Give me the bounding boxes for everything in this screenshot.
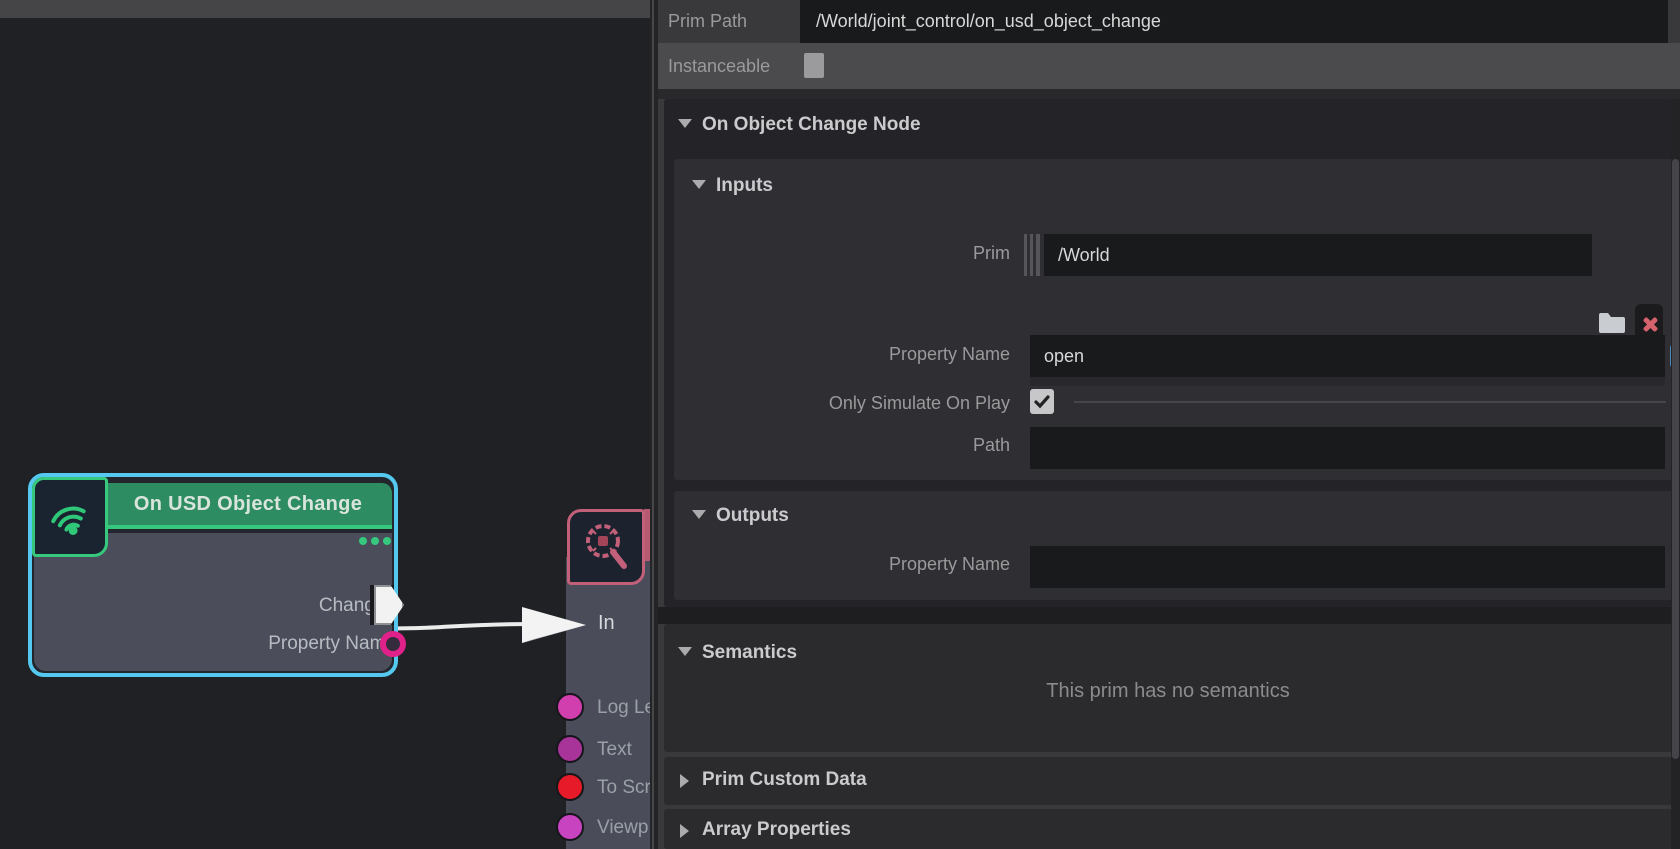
prim-custom-data-title[interactable]: Prim Custom Data (702, 769, 867, 791)
node-on-usd-object-change[interactable]: On USD Object Change Changed Property Na… (28, 473, 398, 677)
prim-label: Prim (690, 243, 1010, 264)
semantics-title[interactable]: Semantics (702, 642, 797, 664)
inputs-title[interactable]: Inputs (716, 175, 773, 197)
semantics-empty-message: This prim has no semantics (664, 680, 1672, 703)
port-label-viewport: Viewp (597, 817, 648, 839)
in-exec-port[interactable] (520, 603, 590, 647)
port-label-changed: Changed (156, 595, 396, 617)
text-port[interactable] (556, 735, 584, 763)
outputs-frame: Outputs Property Name (674, 491, 1674, 600)
changed-exec-port[interactable] (374, 585, 404, 625)
output-property-name-label: Property Name (690, 554, 1010, 575)
field-divider-line (1074, 401, 1666, 403)
debug-magnifier-icon (567, 509, 645, 585)
array-properties-title[interactable]: Array Properties (702, 819, 851, 841)
panel-gap (658, 89, 1680, 99)
semantics-section: Semantics This prim has no semantics (664, 624, 1672, 752)
section-separator (658, 607, 1680, 624)
expand-triangle-icon[interactable] (680, 774, 689, 788)
output-property-name-field[interactable] (1030, 546, 1665, 588)
viewport-port[interactable] (556, 813, 584, 841)
close-icon (1642, 317, 1656, 331)
port-label-text: Text (597, 739, 632, 761)
instanceable-label: Instanceable (668, 43, 770, 89)
prim-path-label: Prim Path (668, 0, 747, 43)
log-level-port[interactable] (556, 693, 584, 721)
node-graph-canvas[interactable]: On USD Object Change Changed Property Na… (0, 0, 650, 849)
only-simulate-checkbox[interactable] (1030, 389, 1054, 414)
port-label-property-name: Property Name (156, 633, 396, 655)
path-field[interactable] (1030, 427, 1665, 469)
node-properties-group: On Object Change Node Inputs Prim /World (664, 99, 1672, 607)
connection-wire[interactable] (0, 0, 650, 849)
property-name-label: Property Name (690, 344, 1010, 365)
prim-path-row: Prim Path /World/joint_control/on_usd_ob… (658, 0, 1680, 43)
panel-splitter[interactable] (650, 0, 658, 849)
array-properties-section: Array Properties (664, 809, 1672, 849)
property-panel: Prim Path /World/joint_control/on_usd_ob… (658, 0, 1680, 849)
prim-custom-data-section: Prim Custom Data (664, 757, 1672, 805)
collapse-triangle-icon[interactable] (692, 510, 706, 519)
property-name-port[interactable] (380, 631, 406, 657)
collapse-triangle-icon[interactable] (678, 647, 692, 656)
outputs-title[interactable]: Outputs (716, 505, 789, 527)
scrollbar-thumb[interactable] (1672, 159, 1679, 759)
collapse-triangle-icon[interactable] (692, 180, 706, 189)
node-options-icon[interactable] (359, 537, 391, 545)
check-icon (1034, 395, 1050, 409)
port-label-log-level: Log Le (597, 697, 650, 719)
expand-triangle-icon[interactable] (680, 824, 689, 838)
node-title: On USD Object Change (134, 493, 362, 516)
to-screen-port[interactable] (556, 773, 584, 801)
prim-path-field[interactable]: /World/joint_control/on_usd_object_chang… (800, 0, 1668, 43)
only-simulate-label: Only Simulate On Play (690, 393, 1010, 414)
node-title-bar[interactable]: On USD Object Change (104, 483, 392, 529)
app-window: On USD Object Change Changed Property Na… (0, 0, 1680, 849)
port-label-to-screen: To Scr (597, 777, 650, 799)
canvas-top-strip (0, 0, 650, 18)
inputs-frame: Inputs Prim /World Add Target... Pro (674, 159, 1674, 480)
instanceable-checkbox[interactable] (804, 53, 824, 78)
group-title[interactable]: On Object Change Node (702, 114, 921, 136)
port-label-in: In (598, 612, 615, 635)
instanceable-row: Instanceable (658, 43, 1680, 89)
path-label: Path (690, 435, 1010, 456)
panel-scrollbar[interactable] (1671, 99, 1680, 849)
wifi-icon (32, 477, 108, 557)
prim-drag-gripper[interactable] (1024, 234, 1040, 276)
prim-field[interactable]: /World (1044, 234, 1592, 276)
collapse-triangle-icon[interactable] (678, 119, 692, 128)
property-name-field[interactable]: open (1030, 335, 1665, 377)
